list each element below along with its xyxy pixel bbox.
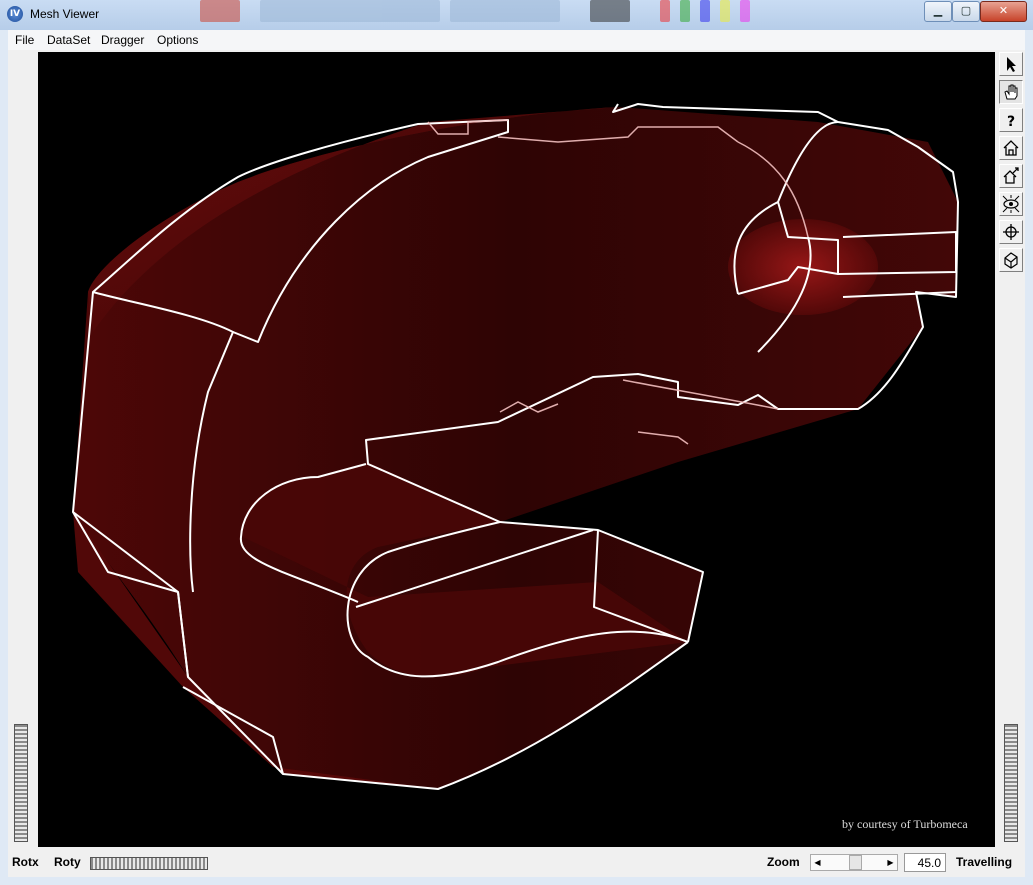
view-hand-tool-button[interactable] <box>999 80 1023 104</box>
dolly-thumbwheel[interactable] <box>1004 724 1018 842</box>
seek-button[interactable] <box>999 220 1023 244</box>
triangle-right-icon: ▶ <box>887 858 894 867</box>
menu-file[interactable]: File <box>15 33 34 47</box>
menu-options[interactable]: Options <box>157 33 198 47</box>
zoom-slider-thumb[interactable] <box>849 855 862 870</box>
minimize-icon: ▁ <box>933 4 943 17</box>
zoom-decrease-button[interactable]: ◀ <box>811 855 824 870</box>
roty-thumbwheel[interactable] <box>90 857 208 870</box>
zoom-increase-button[interactable]: ▶ <box>884 855 897 870</box>
menu-dataset[interactable]: DataSet <box>47 33 90 47</box>
menu-bar: File DataSet Dragger Options <box>8 30 1025 51</box>
hand-view-icon <box>1004 84 1018 100</box>
roty-label: Roty <box>54 855 81 869</box>
select-arrow-icon <box>1007 57 1016 72</box>
rotx-thumbwheel[interactable] <box>14 724 28 842</box>
menu-dragger[interactable]: Dragger <box>101 33 144 47</box>
app-logo-icon: IV <box>7 6 23 22</box>
home-icon <box>1003 140 1019 156</box>
view-all-button[interactable] <box>999 192 1023 216</box>
home-button[interactable] <box>999 136 1023 160</box>
maximize-icon: ▢ <box>960 4 972 17</box>
set-home-icon <box>1003 167 1019 184</box>
travelling-label: Travelling <box>956 855 1013 869</box>
help-button[interactable]: ? <box>999 108 1023 132</box>
triangle-left-icon: ◀ <box>814 858 821 867</box>
set-home-button[interactable] <box>999 164 1023 188</box>
minimize-button[interactable]: ▁ <box>924 1 952 22</box>
close-button[interactable]: ✕ <box>980 1 1027 22</box>
mesh-render <box>72 103 959 790</box>
seek-crosshair-icon <box>1003 224 1019 240</box>
select-tool-button[interactable] <box>999 52 1023 76</box>
rotx-label: Rotx <box>12 855 39 869</box>
view-all-eye-icon <box>1002 195 1020 213</box>
zoom-label: Zoom <box>767 855 800 869</box>
close-icon: ✕ <box>998 4 1009 17</box>
help-question-icon: ? <box>1007 114 1015 129</box>
window-title: Mesh Viewer <box>30 7 100 21</box>
3d-viewport[interactable]: by courtesy of Turbomeca <box>38 52 995 847</box>
perspective-cube-icon <box>1004 252 1018 269</box>
svg-text:?: ? <box>1007 114 1015 129</box>
background-taskbar-strip <box>120 0 920 22</box>
zoom-value-field[interactable] <box>904 853 946 872</box>
maximize-button[interactable]: ▢ <box>952 1 980 22</box>
credit-text: by courtesy of Turbomeca <box>842 817 968 831</box>
title-bar: IV Mesh Viewer ▁ ▢ ✕ <box>0 0 1033 30</box>
camera-type-button[interactable] <box>999 248 1023 272</box>
zoom-slider[interactable]: ◀ ▶ <box>810 854 898 871</box>
